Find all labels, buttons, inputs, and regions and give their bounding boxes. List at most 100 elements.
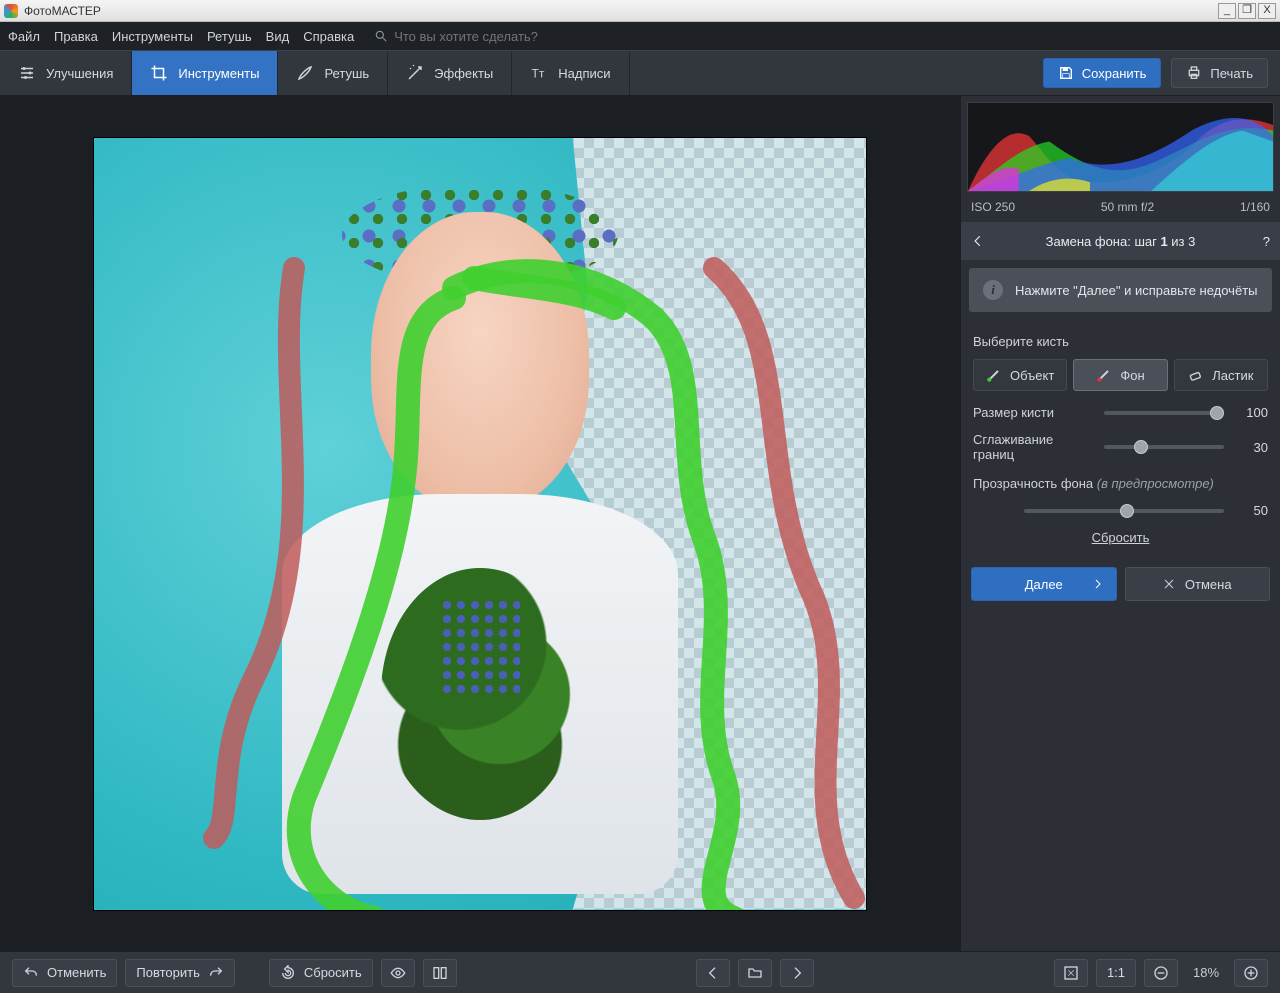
eye-icon [390, 965, 406, 981]
chevron-left-icon [971, 234, 985, 248]
next-image-button[interactable] [780, 959, 814, 987]
chevron-right-icon [1092, 578, 1104, 590]
step-back-button[interactable] [971, 234, 991, 248]
crop-icon [150, 64, 168, 82]
slider-thumb[interactable] [1134, 440, 1148, 454]
prev-image-button[interactable] [696, 959, 730, 987]
brush-background-label: Фон [1120, 368, 1144, 383]
menu-file[interactable]: Файл [8, 29, 40, 44]
brush-object-button[interactable]: Объект [973, 359, 1067, 391]
save-button[interactable]: Сохранить [1043, 58, 1162, 88]
window-titlebar: ФотоМАСТЕР _ ❐ X [0, 0, 1280, 22]
main-tabs: Улучшения Инструменты Ретушь Эффекты Tт … [0, 50, 1280, 96]
chevron-left-icon [705, 965, 721, 981]
info-icon: i [983, 280, 1003, 300]
slider-opacity[interactable]: 50 [973, 503, 1268, 518]
slider-feather[interactable]: Сглаживание границ 30 [973, 432, 1268, 462]
footer-bar: Отменить Повторить Сбросить 1:1 18% [0, 951, 1280, 993]
exif-shutter: 1/160 [1240, 200, 1270, 214]
zoom-in-button[interactable] [1234, 959, 1268, 987]
slider-brush-size[interactable]: Размер кисти 100 [973, 405, 1268, 420]
brush-strokes-overlay [94, 138, 866, 910]
chevron-right-icon [789, 965, 805, 981]
zoom-out-button[interactable] [1144, 959, 1178, 987]
step-help-button[interactable]: ? [1250, 234, 1270, 249]
slider-label: Сглаживание границ [973, 432, 1094, 462]
exif-row: ISO 250 50 mm f/2 1/160 [961, 198, 1280, 222]
brush-object-label: Объект [1010, 368, 1054, 383]
window-maximize-button[interactable]: ❐ [1238, 3, 1256, 19]
image-canvas[interactable] [93, 137, 867, 911]
app-title: ФотоМАСТЕР [24, 4, 101, 18]
tab-retouch[interactable]: Ретушь [278, 51, 388, 95]
window-minimize-button[interactable]: _ [1218, 3, 1236, 19]
brush-section-title: Выберите кисть [973, 334, 1268, 349]
menu-bar: Файл Правка Инструменты Ретушь Вид Справ… [0, 22, 1280, 50]
save-icon [1058, 65, 1074, 81]
histogram[interactable] [967, 102, 1274, 192]
menu-help[interactable]: Справка [303, 29, 354, 44]
menu-retouch[interactable]: Ретушь [207, 29, 252, 44]
print-button[interactable]: Печать [1171, 58, 1268, 88]
slider-track[interactable] [1104, 411, 1224, 415]
slider-value: 100 [1234, 405, 1268, 420]
zoom-actual-button[interactable]: 1:1 [1096, 959, 1136, 987]
fit-screen-button[interactable] [1054, 959, 1088, 987]
tab-text[interactable]: Tт Надписи [512, 51, 629, 95]
minus-icon [1153, 965, 1169, 981]
plus-icon [1243, 965, 1259, 981]
redo-icon [208, 965, 224, 981]
wand-icon [406, 64, 424, 82]
toggle-preview-button[interactable] [381, 959, 415, 987]
canvas-area[interactable] [0, 96, 960, 951]
print-label: Печать [1210, 66, 1253, 81]
text-icon: Tт [530, 64, 548, 82]
tab-enhancements[interactable]: Улучшения [0, 51, 132, 95]
svg-text:Tт: Tт [532, 67, 545, 81]
undo-button[interactable]: Отменить [12, 959, 117, 987]
slider-thumb[interactable] [1210, 406, 1224, 420]
brush-object-icon [986, 367, 1002, 383]
zoom-ratio-label: 1:1 [1107, 965, 1125, 980]
tab-label: Улучшения [46, 66, 113, 81]
close-icon [1163, 578, 1175, 590]
next-button[interactable]: Далее [971, 567, 1117, 601]
compare-button[interactable] [423, 959, 457, 987]
undo-icon [23, 965, 39, 981]
menu-view[interactable]: Вид [266, 29, 290, 44]
open-folder-button[interactable] [738, 959, 772, 987]
sliders-icon [18, 64, 36, 82]
slider-value: 50 [1234, 503, 1268, 518]
window-close-button[interactable]: X [1258, 3, 1276, 19]
cancel-button[interactable]: Отмена [1125, 567, 1271, 601]
brush-background-button[interactable]: Фон [1073, 359, 1167, 391]
eraser-icon [1188, 367, 1204, 383]
slider-label: Размер кисти [973, 405, 1094, 420]
print-icon [1186, 65, 1202, 81]
menu-edit[interactable]: Правка [54, 29, 98, 44]
reset-label: Сбросить [304, 965, 362, 980]
menu-tools[interactable]: Инструменты [112, 29, 193, 44]
tab-label: Надписи [558, 66, 610, 81]
reset-button[interactable]: Сбросить [269, 959, 373, 987]
brush-eraser-button[interactable]: Ластик [1174, 359, 1268, 391]
slider-track[interactable] [1104, 445, 1224, 449]
undo-label: Отменить [47, 965, 106, 980]
reset-sliders-link[interactable]: Сбросить [1092, 530, 1150, 545]
slider-opacity-label-row: Прозрачность фона (в предпросмотре) [973, 476, 1268, 491]
exif-iso: ISO 250 [971, 200, 1015, 214]
tab-effects[interactable]: Эффекты [388, 51, 512, 95]
tab-tools[interactable]: Инструменты [132, 51, 278, 95]
brush-background-icon [1096, 367, 1112, 383]
brush-icon [296, 64, 314, 82]
search-icon [374, 29, 388, 43]
search-input[interactable] [394, 29, 594, 44]
next-label: Далее [1025, 577, 1063, 592]
redo-button[interactable]: Повторить [125, 959, 234, 987]
folder-icon [747, 965, 763, 981]
tab-label: Эффекты [434, 66, 493, 81]
slider-track[interactable] [1024, 509, 1224, 513]
compare-icon [432, 965, 448, 981]
slider-thumb[interactable] [1120, 504, 1134, 518]
reset-icon [280, 965, 296, 981]
